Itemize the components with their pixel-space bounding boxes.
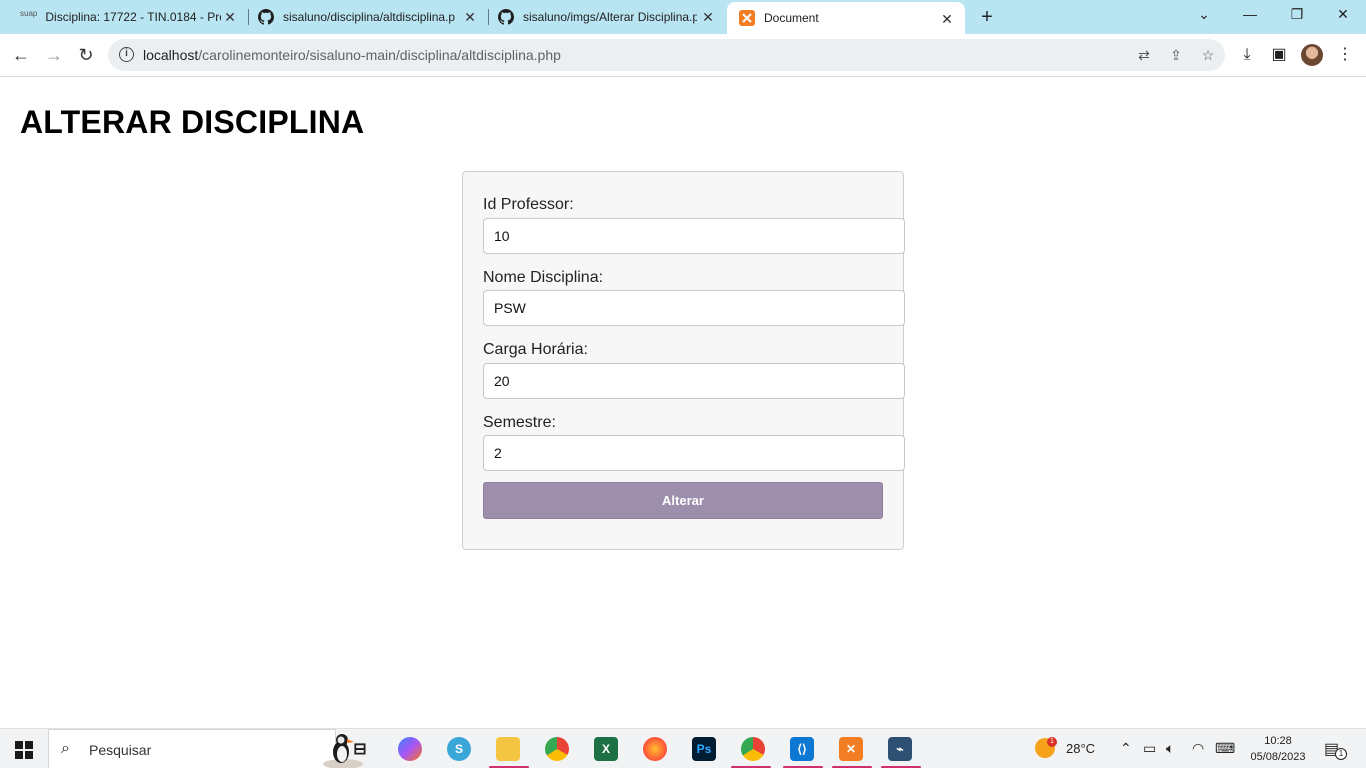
forward-button[interactable]: → <box>43 44 65 66</box>
url-host: localhost <box>143 47 199 63</box>
tab-title: sisaluno/disciplina/altdisciplina.p <box>283 10 456 24</box>
semestre-input[interactable] <box>483 435 905 471</box>
url-text[interactable]: localhost/carolinemonteiro/sisaluno-main… <box>143 47 561 63</box>
chevron-up-icon[interactable]: ⌃ <box>1120 740 1132 757</box>
semestre-label: Semestre: <box>483 414 556 431</box>
mysql-workbench-icon[interactable]: ⌁ <box>888 737 912 761</box>
sketch-app-icon[interactable]: S <box>447 737 471 761</box>
nome-disciplina-input[interactable] <box>483 290 905 326</box>
minimize-button[interactable]: — <box>1240 6 1260 22</box>
site-info-icon[interactable]: i <box>119 47 134 62</box>
reload-button[interactable]: ↻ <box>75 44 97 66</box>
tab-title: Disciplina: 17722 - TIN.0184 - Pro <box>45 10 222 24</box>
keyboard-icon[interactable]: ⌨ <box>1215 740 1235 757</box>
volume-icon[interactable]: 🔈︎ <box>1166 740 1174 757</box>
close-tab-icon[interactable]: ✕ <box>939 11 955 27</box>
menu-kebab-icon[interactable]: ⋮ <box>1335 45 1355 65</box>
github-icon <box>498 9 514 25</box>
vscode-icon[interactable]: ⟨⟩ <box>790 737 814 761</box>
restore-button[interactable]: ❐ <box>1287 6 1307 23</box>
xampp-icon <box>739 10 755 26</box>
taskbar-search-box[interactable]: ⌕ Pesquisar <box>48 729 363 768</box>
tab-document[interactable]: Document ✕ <box>727 2 965 34</box>
address-bar[interactable]: i localhost/carolinemonteiro/sisaluno-ma… <box>108 39 1225 71</box>
url-path: /carolinemonteiro/sisaluno-main/discipli… <box>198 47 561 63</box>
task-view-icon[interactable]: ⊟ <box>348 737 372 761</box>
copilot-icon[interactable] <box>398 737 422 761</box>
new-tab-button[interactable]: + <box>976 6 998 29</box>
tab-suap[interactable]: suap Disciplina: 17722 - TIN.0184 - Pro … <box>0 0 249 34</box>
photoshop-icon[interactable]: Ps <box>692 737 716 761</box>
chrome-profile-icon[interactable] <box>741 737 765 761</box>
carga-horaria-label: Carga Horária: <box>483 341 588 358</box>
file-explorer-icon[interactable] <box>496 737 520 761</box>
alterar-button[interactable]: Alterar <box>483 482 883 519</box>
firefox-icon[interactable] <box>643 737 667 761</box>
close-tab-icon[interactable]: ✕ <box>700 9 716 25</box>
close-tab-icon[interactable]: ✕ <box>222 9 238 25</box>
windows-taskbar: ⌕ Pesquisar ⊟ S X Ps ⟨⟩ ✕ ⌁ 1 28°C ⌃ ▭ 🔈… <box>0 728 1366 768</box>
side-panel-icon[interactable]: ▣ <box>1269 45 1289 65</box>
back-button[interactable]: ← <box>10 44 32 66</box>
chrome-icon[interactable] <box>545 737 569 761</box>
id-professor-input[interactable] <box>483 218 905 254</box>
browser-toolbar: ← → ↻ i localhost/carolinemonteiro/sisal… <box>0 34 1366 77</box>
weather-temperature[interactable]: 28°C <box>1066 741 1095 756</box>
weather-badge: 1 <box>1047 737 1057 747</box>
download-icon[interactable]: ⤓ <box>1237 45 1257 65</box>
close-window-button[interactable]: ✕ <box>1333 6 1353 23</box>
tab-search-chevron-icon[interactable]: ⌄ <box>1194 6 1214 23</box>
close-tab-icon[interactable]: ✕ <box>462 9 478 25</box>
clock-time: 10:28 <box>1264 735 1292 747</box>
tab-github-imgs[interactable]: sisaluno/imgs/Alterar Disciplina.p ✕ <box>488 0 726 34</box>
bookmark-star-icon[interactable]: ☆ <box>1199 46 1217 64</box>
system-clock[interactable]: 10:28 05/08/2023 <box>1246 733 1310 765</box>
clock-date: 05/08/2023 <box>1250 751 1306 763</box>
share-icon[interactable]: ⇪ <box>1167 46 1185 64</box>
page-title: ALTERAR DISCIPLINA <box>20 104 365 140</box>
excel-icon[interactable]: X <box>594 737 618 761</box>
tab-title: Document <box>764 11 819 25</box>
nome-disciplina-label: Nome Disciplina: <box>483 269 604 286</box>
tab-title: sisaluno/imgs/Alterar Disciplina.p <box>523 10 697 24</box>
notification-count: 1 <box>1335 748 1347 760</box>
meet-now-icon[interactable]: ▭ <box>1143 740 1156 757</box>
suap-icon: suap <box>20 8 38 18</box>
search-placeholder: Pesquisar <box>89 742 152 758</box>
github-icon <box>258 9 274 25</box>
translate-icon[interactable]: ⇄ <box>1135 46 1153 64</box>
edit-disciplina-form: Id Professor: Nome Disciplina: Carga Hor… <box>462 171 905 550</box>
xampp-icon[interactable]: ✕ <box>839 737 863 761</box>
page-content: ALTERAR DISCIPLINA Id Professor: Nome Di… <box>0 77 1366 728</box>
search-icon: ⌕ <box>61 740 70 757</box>
wifi-icon[interactable]: ◠ <box>1192 740 1204 757</box>
carga-horaria-input[interactable] <box>483 363 905 399</box>
profile-avatar[interactable] <box>1301 44 1323 66</box>
windows-start-icon[interactable] <box>15 741 33 759</box>
tab-github-altdisciplina[interactable]: sisaluno/disciplina/altdisciplina.p ✕ <box>248 0 489 34</box>
id-professor-label: Id Professor: <box>483 196 574 213</box>
tab-strip: suap Disciplina: 17722 - TIN.0184 - Pro … <box>0 0 1366 34</box>
